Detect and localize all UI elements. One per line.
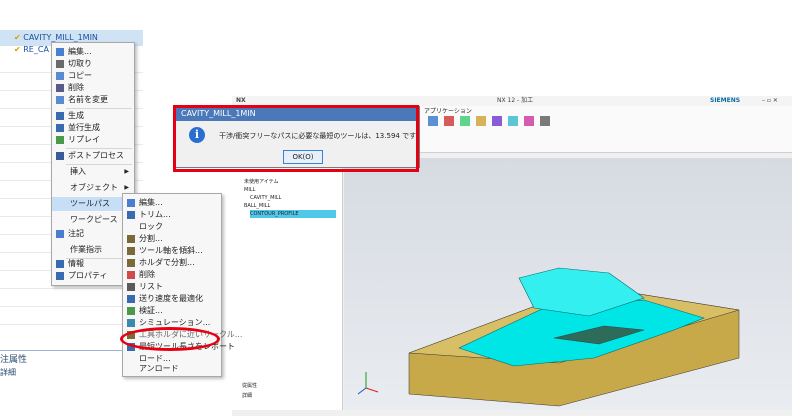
highlight-ellipse [120, 327, 220, 351]
tree-item-re-ca[interactable]: ✔ RE_CA [14, 44, 49, 56]
postprocess-icon [56, 152, 64, 160]
generate-icon [56, 112, 64, 120]
feedrate-icon [127, 295, 135, 303]
submenu-arrow-icon: ▶ [124, 168, 129, 175]
edit-icon [56, 48, 64, 56]
copy-icon [56, 72, 64, 80]
ribbon-tool-icon[interactable] [508, 116, 518, 126]
simulation-icon [127, 319, 135, 327]
nx-nav-item[interactable]: 未使用アイテム [244, 178, 279, 186]
nx-nav-item[interactable]: CAVITY_MILL [250, 194, 281, 202]
submenu-item-unload[interactable]: アンロード [123, 362, 221, 376]
holder-split-icon [127, 259, 135, 267]
nx-nav-footer-details[interactable]: 詳細 [242, 392, 252, 399]
parallel-generate-icon [56, 124, 64, 132]
axis-x-icon [365, 387, 379, 393]
cut-icon [56, 60, 64, 68]
ribbon-tool-icon[interactable] [476, 116, 486, 126]
nx-nav-footer-dependencies[interactable]: 従属性 [242, 382, 257, 389]
nx-nav-item[interactable]: MILL [244, 186, 255, 194]
ribbon-tab[interactable]: アプリケーション [424, 106, 472, 115]
menu-item-insert[interactable]: 挿入 ▶ [52, 165, 134, 179]
nx-window-title: NX 12 - 加工 [497, 97, 534, 104]
ribbon-tool-icon[interactable] [428, 116, 438, 126]
nx-nav-item[interactable]: BALL_MILL [244, 202, 270, 210]
delete-icon [127, 271, 135, 279]
rename-icon [56, 96, 64, 104]
menu-item-replay[interactable]: リプレイ [52, 133, 134, 147]
split-icon [127, 235, 135, 243]
siemens-logo: SIEMENS [710, 97, 741, 104]
info-icon [56, 260, 64, 268]
window-controls-icon[interactable]: – ▫ ✕ [762, 96, 778, 106]
properties-icon [56, 272, 64, 280]
menu-item-rename[interactable]: 名前を変更 [52, 93, 134, 107]
cam-part-model [357, 267, 740, 407]
delete-icon [56, 84, 64, 92]
nx-navigator-panel: 未使用アイテム MILL CAVITY_MILL BALL_MILL CONTO… [232, 158, 343, 410]
trim-icon [127, 211, 135, 219]
menu-item-postprocess[interactable]: ポストプロセス [52, 149, 134, 163]
nx-nav-item-selected[interactable]: CONTOUR_PROFILE [250, 210, 336, 218]
ribbon-tool-icon[interactable] [492, 116, 502, 126]
ribbon-tool-icon[interactable] [460, 116, 470, 126]
note-icon [56, 230, 64, 238]
edit-icon [127, 199, 135, 207]
ribbon-icon-row [428, 116, 788, 142]
replay-icon [56, 136, 64, 144]
list-icon [127, 283, 135, 291]
ribbon-tool-icon[interactable] [444, 116, 454, 126]
graphics-viewport[interactable] [344, 158, 792, 410]
highlight-box [173, 105, 419, 172]
operation-status-icon: ✔ [14, 45, 21, 54]
ribbon-tool-icon[interactable] [524, 116, 534, 126]
ribbon-tool-icon[interactable] [540, 116, 550, 126]
tilt-tool-axis-icon [127, 247, 135, 255]
operation-status-icon: ✔ [14, 33, 21, 42]
verify-icon [127, 307, 135, 315]
axis-z-icon [357, 387, 367, 395]
